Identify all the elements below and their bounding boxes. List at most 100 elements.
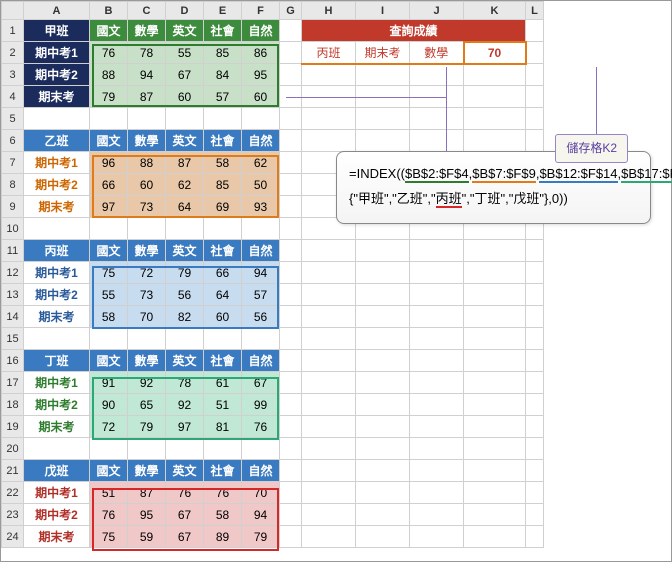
cell[interactable] [280, 42, 302, 64]
cell[interactable]: 73 [128, 196, 166, 218]
cell[interactable] [90, 108, 128, 130]
cell[interactable] [464, 108, 526, 130]
cell[interactable] [464, 460, 526, 482]
cell[interactable] [410, 438, 464, 460]
row-23[interactable]: 23 [2, 504, 24, 526]
cell[interactable] [280, 504, 302, 526]
cell[interactable]: 期中考2 [24, 174, 90, 196]
cell[interactable]: 88 [90, 64, 128, 86]
cell[interactable] [526, 526, 544, 548]
col-A[interactable]: A [24, 2, 90, 20]
cell[interactable] [464, 262, 526, 284]
cell[interactable]: 79 [166, 262, 204, 284]
cell[interactable]: 丙班 [24, 240, 90, 262]
cell[interactable] [128, 328, 166, 350]
cell[interactable]: 期中考1 [24, 372, 90, 394]
cell[interactable]: 期末考 [24, 86, 90, 108]
cell[interactable] [302, 130, 356, 152]
cell[interactable] [242, 328, 280, 350]
cell[interactable] [526, 328, 544, 350]
cell[interactable]: 期末考 [356, 42, 410, 64]
cell[interactable]: 97 [90, 196, 128, 218]
cell[interactable]: 64 [166, 196, 204, 218]
cell[interactable]: 76 [242, 416, 280, 438]
cell[interactable] [356, 64, 410, 86]
cell[interactable]: 自然 [242, 20, 280, 42]
cell[interactable]: 社會 [204, 130, 242, 152]
cell[interactable] [464, 306, 526, 328]
cell[interactable]: 87 [166, 152, 204, 174]
cell[interactable]: 期中考1 [24, 42, 90, 64]
cell[interactable] [280, 284, 302, 306]
cell[interactable]: 70 [464, 42, 526, 64]
cell[interactable]: 數學 [128, 240, 166, 262]
cell[interactable] [166, 218, 204, 240]
cell[interactable]: 64 [204, 284, 242, 306]
cell[interactable]: 自然 [242, 130, 280, 152]
cell[interactable] [24, 108, 90, 130]
corner-cell[interactable] [2, 2, 24, 20]
cell[interactable]: 89 [204, 526, 242, 548]
cell[interactable] [204, 328, 242, 350]
cell[interactable] [356, 328, 410, 350]
row-2[interactable]: 2 [2, 42, 24, 64]
cell[interactable] [410, 108, 464, 130]
cell[interactable]: 78 [166, 372, 204, 394]
cell[interactable] [526, 350, 544, 372]
cell[interactable]: 51 [204, 394, 242, 416]
cell[interactable]: 自然 [242, 350, 280, 372]
row-3[interactable]: 3 [2, 64, 24, 86]
cell[interactable]: 57 [204, 86, 242, 108]
cell[interactable] [302, 262, 356, 284]
cell[interactable] [410, 350, 464, 372]
cell[interactable] [302, 394, 356, 416]
cell[interactable]: 期中考2 [24, 284, 90, 306]
cell[interactable] [526, 262, 544, 284]
cell[interactable] [356, 108, 410, 130]
cell[interactable] [526, 394, 544, 416]
cell[interactable]: 期末考 [24, 526, 90, 548]
cell[interactable]: 58 [90, 306, 128, 328]
row-11[interactable]: 11 [2, 240, 24, 262]
col-E[interactable]: E [204, 2, 242, 20]
cell[interactable]: 50 [242, 174, 280, 196]
row-22[interactable]: 22 [2, 482, 24, 504]
cell[interactable]: 英文 [166, 240, 204, 262]
cell[interactable] [356, 284, 410, 306]
cell[interactable] [464, 504, 526, 526]
cell[interactable]: 94 [242, 504, 280, 526]
cell[interactable] [280, 438, 302, 460]
row-14[interactable]: 14 [2, 306, 24, 328]
cell[interactable]: 67 [166, 504, 204, 526]
cell[interactable] [410, 372, 464, 394]
cell[interactable] [464, 328, 526, 350]
cell[interactable] [302, 64, 356, 86]
cell[interactable] [526, 86, 544, 108]
cell[interactable] [302, 416, 356, 438]
cell[interactable] [302, 108, 356, 130]
col-F[interactable]: F [242, 2, 280, 20]
cell[interactable]: 甲班 [24, 20, 90, 42]
cell[interactable] [526, 482, 544, 504]
cell[interactable]: 戊班 [24, 460, 90, 482]
cell[interactable]: 97 [166, 416, 204, 438]
cell[interactable]: 76 [90, 504, 128, 526]
cell[interactable] [464, 438, 526, 460]
cell[interactable] [526, 306, 544, 328]
cell[interactable] [526, 284, 544, 306]
cell[interactable] [356, 130, 410, 152]
col-H[interactable]: H [302, 2, 356, 20]
cell[interactable] [24, 438, 90, 460]
cell[interactable]: 60 [242, 86, 280, 108]
cell[interactable] [280, 108, 302, 130]
cell[interactable] [302, 306, 356, 328]
cell[interactable] [356, 394, 410, 416]
cell[interactable]: 70 [242, 482, 280, 504]
col-I[interactable]: I [356, 2, 410, 20]
cell[interactable] [526, 42, 544, 64]
cell[interactable]: 數學 [128, 20, 166, 42]
cell[interactable]: 73 [128, 284, 166, 306]
cell[interactable] [302, 240, 356, 262]
cell[interactable] [302, 526, 356, 548]
cell[interactable] [166, 438, 204, 460]
